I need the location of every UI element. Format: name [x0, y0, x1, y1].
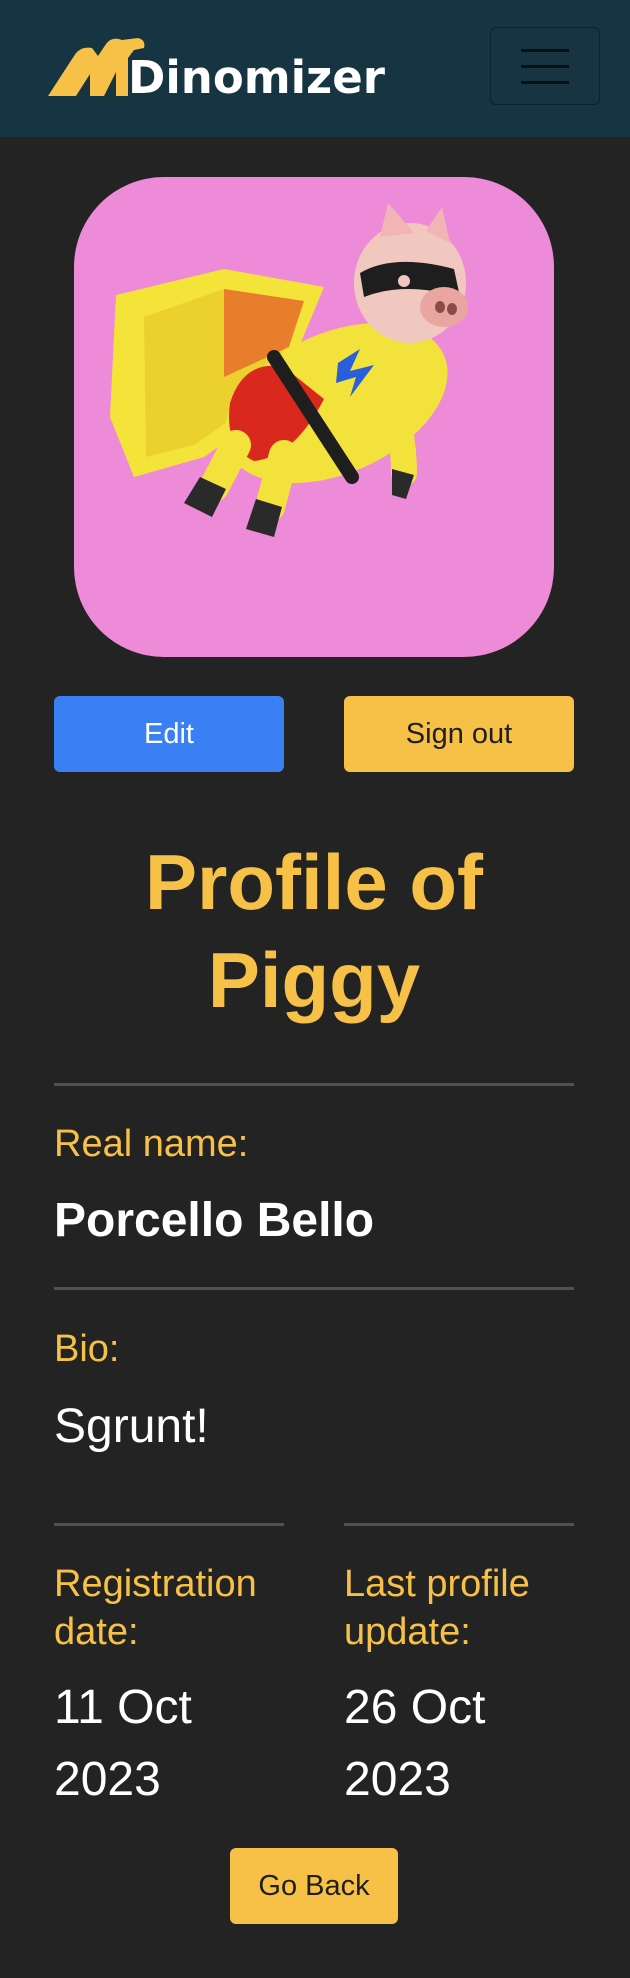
last-update-label: Last profile update:	[344, 1563, 530, 1653]
divider	[344, 1523, 574, 1526]
page-title: Profile of Piggy	[54, 833, 574, 1029]
profile-avatar	[74, 177, 554, 657]
real-name-value: Porcello Bello	[54, 1194, 375, 1247]
registration-date-label: Registration date:	[54, 1563, 257, 1653]
page-title-line2: Piggy	[207, 936, 421, 1024]
brand-link[interactable]: Dinomizer	[46, 30, 386, 104]
last-update-date-value: 26 Oct 2023	[344, 1681, 486, 1806]
real-name-label: Real name:	[54, 1123, 249, 1165]
page-title-line1: Profile of	[144, 838, 483, 926]
go-back-button[interactable]: Go Back	[230, 1848, 398, 1924]
sign-out-button[interactable]: Sign out	[344, 696, 574, 772]
edit-profile-button[interactable]: Edit	[54, 696, 284, 772]
bio-value: Sgrunt!	[54, 1400, 209, 1453]
hamburger-menu-icon	[521, 49, 569, 85]
divider	[54, 1083, 574, 1086]
bio-label: Bio:	[54, 1328, 120, 1370]
registration-date-value: 11 Oct 2023	[54, 1681, 192, 1806]
menu-toggle-button[interactable]	[490, 27, 600, 105]
divider	[54, 1287, 574, 1290]
superhero-pig-avatar	[110, 203, 468, 537]
divider	[54, 1523, 284, 1526]
brand-name: Dinomizer	[128, 51, 385, 104]
navbar: Dinomizer	[0, 0, 630, 137]
